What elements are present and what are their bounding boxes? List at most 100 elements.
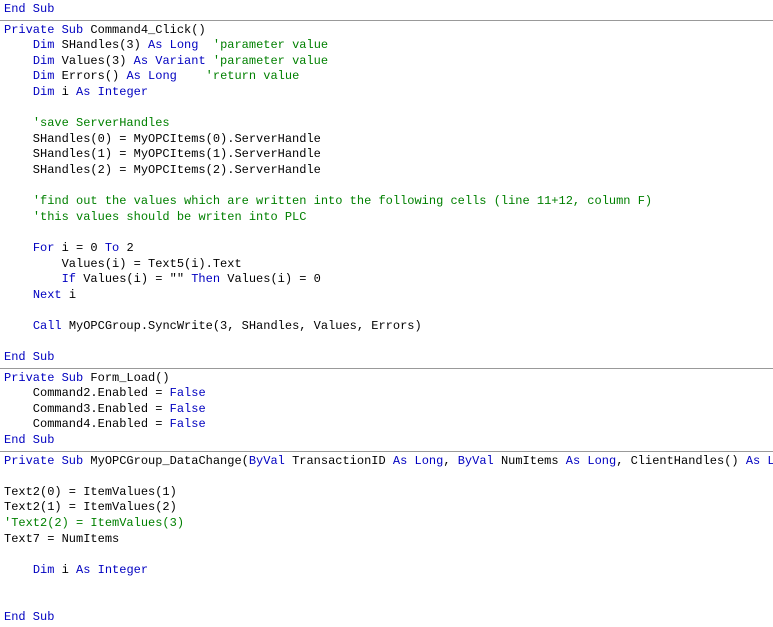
code-editor[interactable]: End Sub Private Sub Command4_Click() Dim … xyxy=(0,0,773,627)
code-line[interactable] xyxy=(0,469,773,485)
vb-code: SHandles(3) xyxy=(54,38,148,52)
code-line[interactable] xyxy=(0,225,773,241)
code-line[interactable]: Dim Errors() As Long 'return value xyxy=(0,69,773,85)
vb-keyword: Dim xyxy=(33,85,55,99)
vb-keyword: As Long xyxy=(126,69,176,83)
vb-code xyxy=(4,116,33,130)
code-line[interactable] xyxy=(0,334,773,350)
vb-code: , xyxy=(443,454,457,468)
vb-keyword: Dim xyxy=(33,563,55,577)
code-line[interactable]: Text7 = NumItems xyxy=(0,532,773,548)
vb-code: i = 0 xyxy=(54,241,104,255)
code-line[interactable]: Call MyOPCGroup.SyncWrite(3, SHandles, V… xyxy=(0,319,773,335)
code-line[interactable]: Dim SHandles(3) As Long 'parameter value xyxy=(0,38,773,54)
vb-keyword: Dim xyxy=(33,69,55,83)
code-line[interactable]: For i = 0 To 2 xyxy=(0,241,773,257)
vb-code: Text7 = NumItems xyxy=(4,532,119,546)
vb-code: Command3.Enabled = xyxy=(4,402,170,416)
code-line[interactable] xyxy=(0,101,773,117)
vb-code: i xyxy=(54,563,76,577)
vb-code: Command4.Enabled = xyxy=(4,417,170,431)
code-line[interactable]: Command3.Enabled = False xyxy=(0,402,773,418)
vb-code xyxy=(4,319,33,333)
code-line[interactable]: Dim i As Integer xyxy=(0,563,773,579)
code-line[interactable]: 'save ServerHandles xyxy=(0,116,773,132)
code-line[interactable]: 'this values should be writen into PLC xyxy=(0,210,773,226)
vb-code xyxy=(4,210,33,224)
vb-comment: 'this values should be writen into PLC xyxy=(33,210,307,224)
vb-code: MyOPCGroup_DataChange( xyxy=(83,454,249,468)
vb-code: i xyxy=(62,288,76,302)
vb-comment: 'save ServerHandles xyxy=(33,116,170,130)
vb-code: 2 xyxy=(119,241,133,255)
vb-keyword: ByVal xyxy=(249,454,285,468)
vb-keyword: As Integer xyxy=(76,563,148,577)
vb-keyword: False xyxy=(170,417,206,431)
vb-code: NumItems xyxy=(494,454,566,468)
vb-code xyxy=(4,54,33,68)
vb-keyword: False xyxy=(170,386,206,400)
vb-comment: 'return value xyxy=(206,69,300,83)
code-line[interactable]: End Sub xyxy=(0,433,773,449)
vb-code: Errors() xyxy=(54,69,126,83)
code-line[interactable]: Text2(0) = ItemValues(1) xyxy=(0,485,773,501)
vb-code xyxy=(4,288,33,302)
code-line[interactable]: If Values(i) = "" Then Values(i) = 0 xyxy=(0,272,773,288)
code-line[interactable]: Private Sub Form_Load() xyxy=(0,371,773,387)
vb-code: TransactionID xyxy=(285,454,393,468)
procedure-divider xyxy=(0,368,773,369)
code-line[interactable] xyxy=(0,179,773,195)
vb-code: SHandles(2) = MyOPCItems(2).ServerHandle xyxy=(4,163,321,177)
code-line[interactable] xyxy=(0,578,773,594)
code-line[interactable]: 'find out the values which are written i… xyxy=(0,194,773,210)
vb-code xyxy=(4,241,33,255)
procedure-divider xyxy=(0,451,773,452)
code-line[interactable]: Text2(1) = ItemValues(2) xyxy=(0,500,773,516)
vb-keyword: If xyxy=(62,272,76,286)
vb-keyword: End Sub xyxy=(4,610,54,624)
vb-keyword: As Integer xyxy=(76,85,148,99)
code-line[interactable]: End Sub xyxy=(0,2,773,18)
vb-comment: 'parameter value xyxy=(213,54,328,68)
code-line[interactable]: SHandles(1) = MyOPCItems(1).ServerHandle xyxy=(0,147,773,163)
vb-keyword: Then xyxy=(191,272,220,286)
code-line[interactable]: Private Sub MyOPCGroup_DataChange(ByVal … xyxy=(0,454,773,470)
vb-code: Values(3) xyxy=(54,54,133,68)
vb-keyword: False xyxy=(170,402,206,416)
vb-keyword: End Sub xyxy=(4,350,54,364)
code-line[interactable]: End Sub xyxy=(0,610,773,626)
code-line[interactable]: Dim Values(3) As Variant 'parameter valu… xyxy=(0,54,773,70)
code-line[interactable]: End Sub xyxy=(0,350,773,366)
vb-keyword: Private Sub xyxy=(4,454,83,468)
vb-keyword: As Long xyxy=(566,454,616,468)
vb-code: Text2(1) = ItemValues(2) xyxy=(4,500,177,514)
vb-code: Form_Load() xyxy=(83,371,169,385)
code-line[interactable]: 'Text2(2) = ItemValues(3) xyxy=(0,516,773,532)
code-line[interactable] xyxy=(0,594,773,610)
code-line[interactable]: Dim i As Integer xyxy=(0,85,773,101)
code-line[interactable]: Command2.Enabled = False xyxy=(0,386,773,402)
vb-code: MyOPCGroup.SyncWrite(3, SHandles, Values… xyxy=(62,319,422,333)
vb-keyword: Dim xyxy=(33,54,55,68)
vb-code: SHandles(1) = MyOPCItems(1).ServerHandle xyxy=(4,147,321,161)
vb-comment: 'parameter value xyxy=(213,38,328,52)
code-line[interactable]: Private Sub Command4_Click() xyxy=(0,23,773,39)
procedure-divider xyxy=(0,20,773,21)
code-line[interactable]: SHandles(0) = MyOPCItems(0).ServerHandle xyxy=(0,132,773,148)
vb-keyword: As Long xyxy=(148,38,198,52)
vb-comment: 'Text2(2) = ItemValues(3) xyxy=(4,516,184,530)
code-line[interactable]: SHandles(2) = MyOPCItems(2).ServerHandle xyxy=(0,163,773,179)
vb-keyword: Dim xyxy=(33,38,55,52)
vb-code xyxy=(4,85,33,99)
code-line[interactable]: Values(i) = Text5(i).Text xyxy=(0,257,773,273)
code-line[interactable] xyxy=(0,547,773,563)
vb-code xyxy=(4,69,33,83)
code-line[interactable]: Next i xyxy=(0,288,773,304)
vb-keyword: End Sub xyxy=(4,433,54,447)
vb-code: Values(i) = Text5(i).Text xyxy=(4,257,242,271)
code-line[interactable] xyxy=(0,303,773,319)
code-line[interactable]: Command4.Enabled = False xyxy=(0,417,773,433)
vb-code: Values(i) = "" xyxy=(76,272,191,286)
vb-code: SHandles(0) = MyOPCItems(0).ServerHandle xyxy=(4,132,321,146)
vb-code xyxy=(206,54,213,68)
